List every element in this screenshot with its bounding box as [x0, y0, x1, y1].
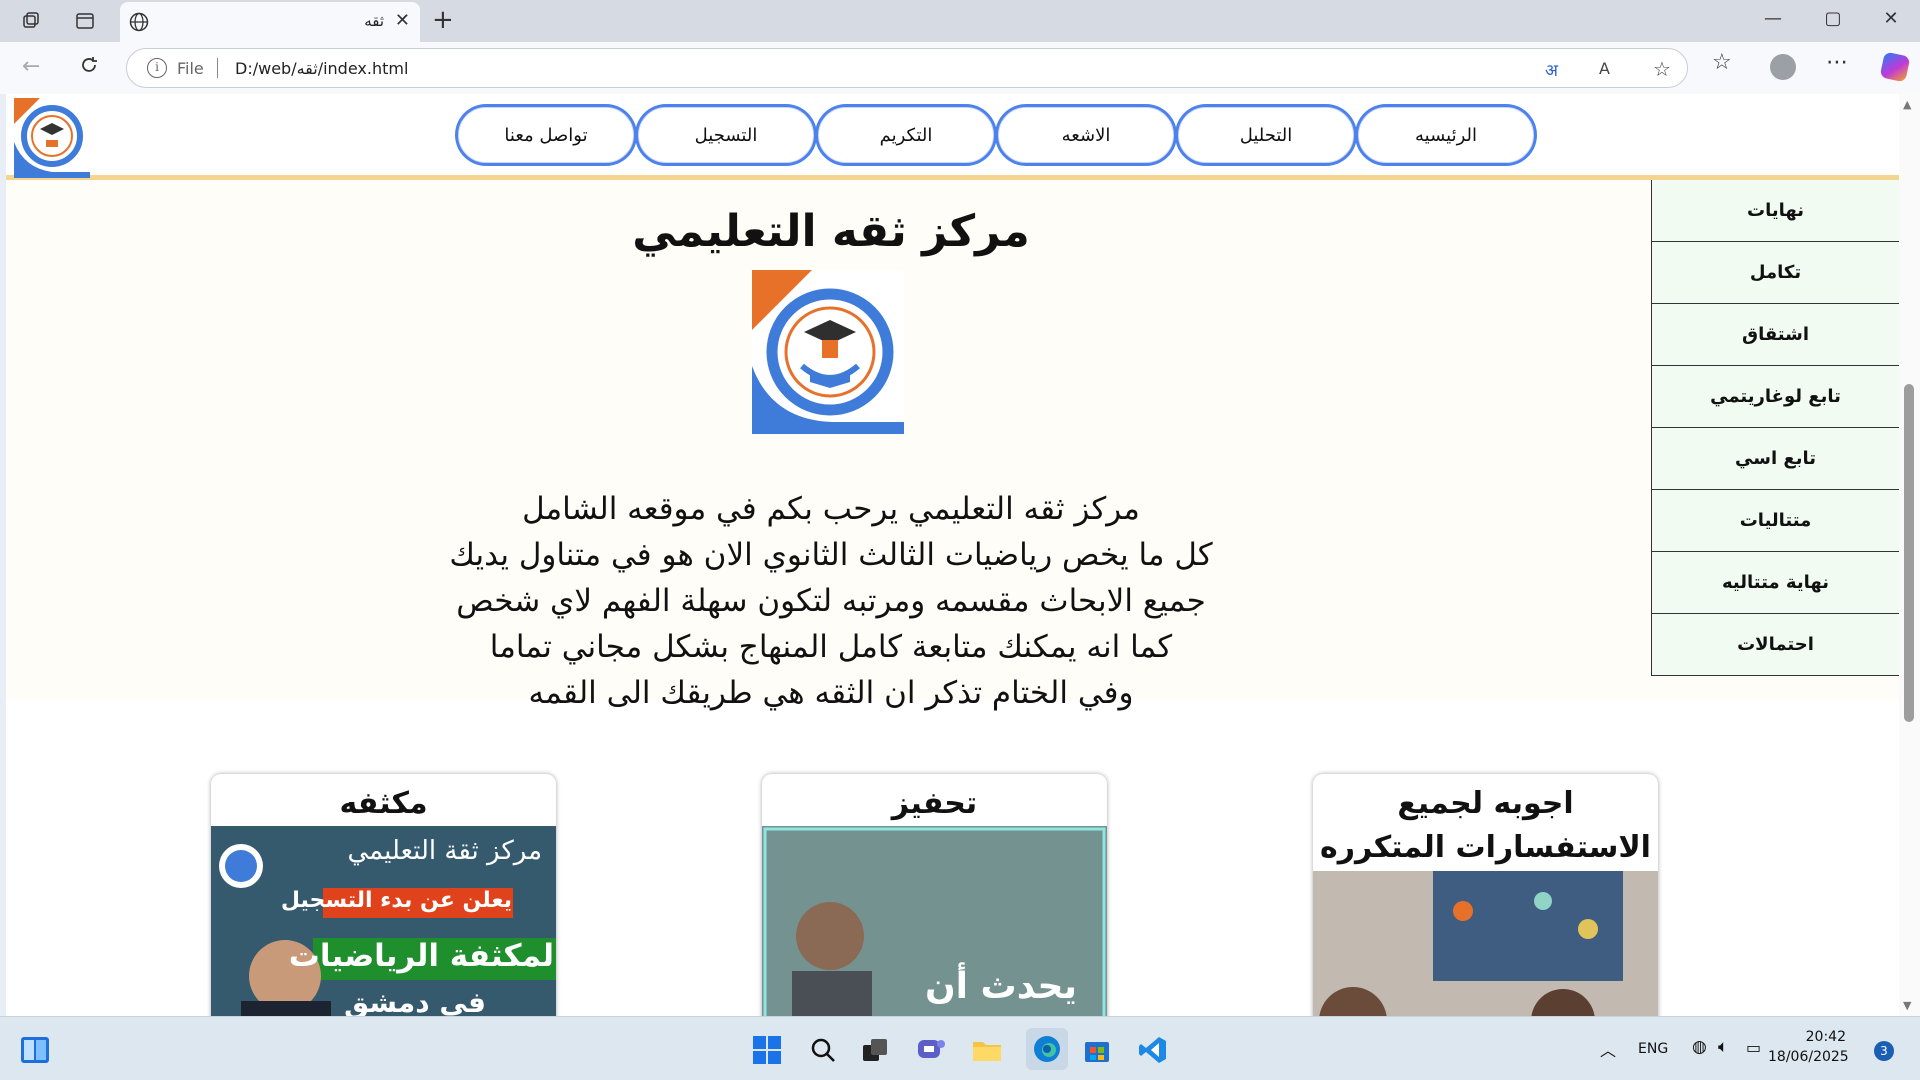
- side-menu-item[interactable]: نهايات: [1652, 180, 1899, 242]
- side-menu-item[interactable]: تابع لوغاريتمي: [1652, 366, 1899, 428]
- intro-text: مركز ثقه التعليمي يرحب بكم في موقعه الشا…: [306, 486, 1356, 716]
- center-logo: [752, 270, 904, 434]
- notification-badge[interactable]: 3: [1874, 1041, 1894, 1061]
- task-view-icon[interactable]: [858, 1033, 892, 1067]
- intro-line: وفي الختام تذكر ان الثقه هي طريقك الى ال…: [528, 675, 1134, 711]
- card-intensive-image: مركز ثقة التعليمي يعلن عن بدء التسجيل لم…: [211, 826, 556, 1016]
- tab-title: ثقه: [364, 12, 384, 30]
- widgets-icon[interactable]: [18, 1033, 52, 1067]
- nav-register-button[interactable]: التسجيل: [638, 107, 814, 163]
- nav-home-button[interactable]: الرئيسيه: [1358, 107, 1534, 163]
- card-title: مكثفه: [339, 786, 428, 821]
- intro-line: مركز ثقه التعليمي يرحب بكم في موقعه الشا…: [522, 491, 1140, 527]
- start-icon[interactable]: [750, 1033, 784, 1067]
- card-faq-image: [1313, 871, 1658, 1016]
- intro-line: كل ما يخص رياضيات الثالث الثانوي الان هو…: [449, 537, 1213, 573]
- close-tab-icon[interactable]: ✕: [395, 10, 410, 31]
- site-header: الرئيسيه التحليل الاشعه التكريم التسجيل …: [6, 94, 1899, 180]
- windows-taskbar: ︿ ENG ◍ 🔈︎ ▭ 20:42 18/06/2025 3: [0, 1016, 1920, 1080]
- network-icon[interactable]: ◍: [1692, 1037, 1707, 1057]
- file-explorer-icon[interactable]: [970, 1033, 1004, 1067]
- minimize-button[interactable]: —: [1758, 8, 1788, 29]
- side-menu-item[interactable]: احتمالات: [1652, 614, 1899, 676]
- microsoft-store-icon[interactable]: [1080, 1033, 1114, 1067]
- clock-date[interactable]: 18/06/2025: [1768, 1049, 1849, 1065]
- nav-contact-button[interactable]: تواصل معنا: [458, 107, 634, 163]
- favorites-icon[interactable]: ☆: [1712, 50, 1732, 75]
- scroll-down-icon[interactable]: ▼: [1903, 999, 1911, 1012]
- address-separator: [217, 58, 218, 78]
- globe-icon: [128, 11, 150, 37]
- site-logo[interactable]: [14, 98, 90, 178]
- side-menu-item[interactable]: نهاية متتاليه: [1652, 552, 1899, 614]
- card-image-text: لمكثفة الرياضيات: [288, 938, 554, 974]
- edge-browser-icon[interactable]: [1026, 1028, 1068, 1070]
- side-menu-item[interactable]: اشتقاق: [1652, 304, 1899, 366]
- maximize-button[interactable]: ▢: [1818, 8, 1848, 29]
- more-menu-icon[interactable]: ⋯: [1826, 50, 1848, 75]
- address-bar[interactable]: i File D:/web/ثقه/index.html अ A ☆: [126, 48, 1688, 88]
- scheme-label: File: [177, 59, 204, 78]
- card-motivation-image: يحدث أن: [762, 826, 1107, 1016]
- side-menu: نهايات تكامل اشتقاق تابع لوغاريتمي تابع …: [1651, 180, 1899, 676]
- info-icon[interactable]: i: [147, 58, 167, 78]
- card-image-text: يحدث أن: [924, 966, 1077, 1007]
- card-motivation[interactable]: تحفيز يحدث أن: [762, 774, 1107, 1016]
- card-title: اجوبه لجميع الاستفسارات المتكرره: [1320, 786, 1651, 865]
- side-menu-item[interactable]: تكامل: [1652, 242, 1899, 304]
- browser-tab-bar: ثقه ✕ + — ▢ ✕: [0, 0, 1920, 42]
- translate-icon[interactable]: अ: [1545, 58, 1558, 81]
- intro-line: جميع الابحاث مقسمه ومرتبه لتكون سهلة الف…: [456, 583, 1206, 619]
- teams-chat-icon[interactable]: [914, 1033, 948, 1067]
- favorite-star-icon[interactable]: ☆: [1653, 57, 1671, 81]
- read-aloud-icon[interactable]: A: [1599, 59, 1610, 78]
- active-tab[interactable]: ثقه ✕: [120, 2, 420, 42]
- back-arrow-icon[interactable]: ←: [22, 54, 40, 79]
- new-tab-button[interactable]: +: [432, 5, 454, 35]
- volume-icon[interactable]: 🔈︎: [1718, 1037, 1728, 1057]
- nav-analysis-button[interactable]: التحليل: [1178, 107, 1354, 163]
- card-title: تحفيز: [891, 786, 978, 821]
- close-window-button[interactable]: ✕: [1876, 8, 1906, 29]
- page-title: مركز ثقه التعليمي: [632, 206, 1030, 257]
- side-menu-item[interactable]: تابع اسي: [1652, 428, 1899, 490]
- scrollbar-thumb[interactable]: [1904, 384, 1914, 722]
- vscode-icon[interactable]: [1136, 1033, 1170, 1067]
- language-indicator[interactable]: ENG: [1638, 1041, 1668, 1057]
- browser-toolbar: ← i File D:/web/ثقه/index.html अ A ☆ ☆ ⋯: [0, 42, 1920, 94]
- card-intensive[interactable]: مكثفه مركز ثقة التعليمي يعلن عن بدء التس…: [211, 774, 556, 1016]
- nav-radiology-button[interactable]: الاشعه: [998, 107, 1174, 163]
- intro-line: كما انه يمكنك متابعة كامل المنهاج بشكل م…: [489, 629, 1173, 665]
- clock-time[interactable]: 20:42: [1790, 1029, 1846, 1045]
- tab-actions-icon[interactable]: [72, 9, 98, 33]
- card-image-text: في دمشق: [344, 986, 486, 1016]
- scroll-up-icon[interactable]: ▲: [1903, 98, 1911, 111]
- card-faq[interactable]: اجوبه لجميع الاستفسارات المتكرره: [1313, 774, 1658, 1016]
- card-image-text: يعلن عن بدء التسجيل: [280, 888, 512, 913]
- nav-honoring-button[interactable]: التكريم: [818, 107, 994, 163]
- page-scrollbar[interactable]: ▲ ▼: [1899, 94, 1920, 1016]
- show-hidden-icons[interactable]: ︿: [1600, 1037, 1616, 1061]
- copilot-icon[interactable]: [1879, 51, 1911, 83]
- refresh-icon[interactable]: [78, 54, 100, 82]
- profile-avatar[interactable]: [1770, 54, 1796, 80]
- workspaces-icon[interactable]: [18, 9, 44, 33]
- side-menu-item[interactable]: متتاليات: [1652, 490, 1899, 552]
- page-viewport: الرئيسيه التحليل الاشعه التكريم التسجيل …: [6, 94, 1899, 1016]
- url-text[interactable]: D:/web/ثقه/index.html: [235, 59, 408, 78]
- search-icon[interactable]: [806, 1033, 840, 1067]
- battery-icon[interactable]: ▭: [1746, 1038, 1761, 1057]
- card-image-text: مركز ثقة التعليمي: [347, 836, 542, 866]
